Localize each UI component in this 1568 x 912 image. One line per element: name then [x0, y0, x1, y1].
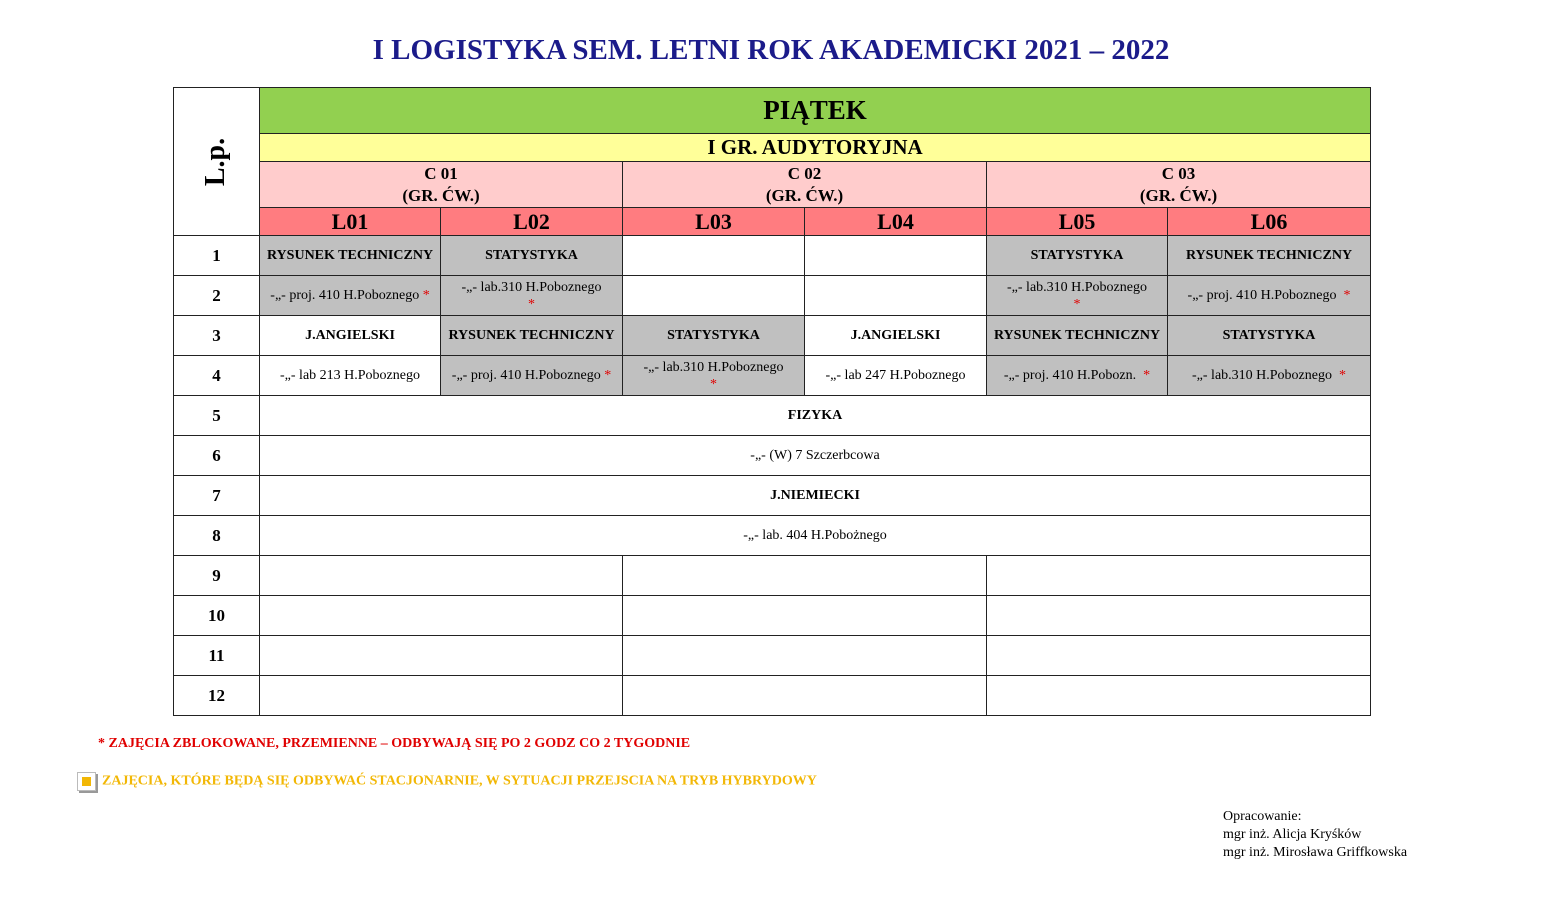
asterisk-mark: * — [604, 368, 612, 383]
empty-cell — [804, 275, 987, 316]
class-cell: STATYSTYKA — [986, 235, 1168, 276]
lab-header-l01: L01 — [259, 207, 441, 236]
row-number: 9 — [173, 555, 260, 596]
asterisk-mark: * — [1343, 288, 1351, 303]
empty-cell — [986, 675, 1371, 716]
room-cell: -„- proj. 410 H.Poboznego * — [1167, 275, 1371, 316]
empty-cell — [622, 595, 987, 636]
row-number: 11 — [173, 635, 260, 676]
empty-cell — [986, 635, 1371, 676]
lab-header-l02: L02 — [440, 207, 623, 236]
room-cell: -„- lab.310 H.Poboznego * — [622, 355, 805, 396]
group-header: I GR. AUDYTORYJNA — [259, 133, 1371, 162]
asterisk-mark: * — [1073, 296, 1081, 312]
room-cell: -„- proj. 410 H.Pobozn. * — [986, 355, 1168, 396]
empty-cell — [986, 595, 1371, 636]
class-cell: RYSUNEK TECHNICZNY — [986, 315, 1168, 356]
empty-cell — [622, 555, 987, 596]
author-name: mgr inż. Alicja Kryśków — [1223, 827, 1362, 842]
row-number: 5 — [173, 395, 260, 436]
row-number: 3 — [173, 315, 260, 356]
room-cell-all-groups: -„- lab. 404 H.Pobożnego — [259, 515, 1371, 556]
empty-cell — [259, 595, 623, 636]
lab-header-l04: L04 — [804, 207, 987, 236]
room-cell: -„- lab.310 H.Poboznego * — [1167, 355, 1371, 396]
class-cell-all-groups: FIZYKA — [259, 395, 1371, 436]
row-number: 10 — [173, 595, 260, 636]
empty-cell — [622, 275, 805, 316]
author-name: mgr inż. Mirosława Griffkowska — [1223, 845, 1408, 860]
row-number: 7 — [173, 475, 260, 516]
class-cell: RYSUNEK TECHNICZNY — [259, 235, 441, 276]
room-cell-all-groups: -„- (W) 7 Szczerbcowa — [259, 435, 1371, 476]
class-cell: STATYSTYKA — [1167, 315, 1371, 356]
empty-cell — [804, 235, 987, 276]
schedule-table: L.p. PIĄTEK I GR. AUDYTORYJNA C 01 (GR. Ć… — [173, 87, 1371, 716]
lab-header-l03: L03 — [622, 207, 805, 236]
class-cell: J.ANGIELSKI — [259, 315, 441, 356]
asterisk-mark: * — [528, 296, 535, 312]
empty-cell — [622, 235, 805, 276]
asterisk-mark: * — [1338, 368, 1346, 383]
room-cell: -„- lab 213 H.Poboznego — [259, 355, 441, 396]
empty-cell — [622, 675, 987, 716]
stationary-note-text: ZAJĘCIA, KTÓRE BĘDĄ SIĘ ODBYWAĆ STACJONA… — [102, 773, 817, 789]
row-number: 12 — [173, 675, 260, 716]
author-block: Opracowanie: mgr inż. Alicja Kryśków mgr… — [1223, 808, 1407, 862]
class-cell: STATYSTYKA — [622, 315, 805, 356]
lab-header-l06: L06 — [1167, 207, 1371, 236]
empty-cell — [259, 635, 623, 676]
room-cell: -„- proj. 410 H.Poboznego * — [440, 355, 623, 396]
asterisk-mark: * — [710, 376, 717, 392]
empty-cell — [986, 555, 1371, 596]
cw-group-c02: C 02 (GR. ĆW.) — [622, 161, 987, 208]
cw-group-c01: C 01 (GR. ĆW.) — [259, 161, 623, 208]
lab-header-l05: L05 — [986, 207, 1168, 236]
empty-cell — [259, 675, 623, 716]
room-cell: -„- lab 247 H.Poboznego — [804, 355, 987, 396]
row-number: 8 — [173, 515, 260, 556]
class-cell: STATYSTYKA — [440, 235, 623, 276]
class-cell-all-groups: J.NIEMIECKI — [259, 475, 1371, 516]
class-cell: J.ANGIELSKI — [804, 315, 987, 356]
page-title: I LOGISTYKA SEM. LETNI ROK AKADEMICKI 20… — [372, 34, 1170, 66]
room-cell: -„- lab.310 H.Poboznego * — [986, 275, 1168, 316]
yellow-square-icon — [77, 772, 96, 791]
empty-cell — [259, 555, 623, 596]
row-number: 6 — [173, 435, 260, 476]
author-label: Opracowanie: — [1223, 809, 1302, 824]
row-number: 1 — [173, 235, 260, 276]
stationary-classes-note: ZAJĘCIA, KTÓRE BĘDĄ SIĘ ODBYWAĆ STACJONA… — [77, 772, 817, 791]
asterisk-mark: * — [422, 288, 430, 303]
room-cell: -„- proj. 410 H.Poboznego * — [259, 275, 441, 316]
empty-cell — [622, 635, 987, 676]
lp-header: L.p. — [173, 87, 260, 236]
row-number: 4 — [173, 355, 260, 396]
cw-group-c03: C 03 (GR. ĆW.) — [986, 161, 1371, 208]
day-header: PIĄTEK — [259, 87, 1371, 134]
class-cell: RYSUNEK TECHNICZNY — [440, 315, 623, 356]
room-cell: -„- lab.310 H.Poboznego * — [440, 275, 623, 316]
asterisk-mark: * — [1143, 368, 1151, 383]
class-cell: RYSUNEK TECHNICZNY — [1167, 235, 1371, 276]
blocked-classes-note: * ZAJĘCIA ZBLOKOWANE, PRZEMIENNE – ODBYW… — [98, 736, 691, 751]
row-number: 2 — [173, 275, 260, 316]
